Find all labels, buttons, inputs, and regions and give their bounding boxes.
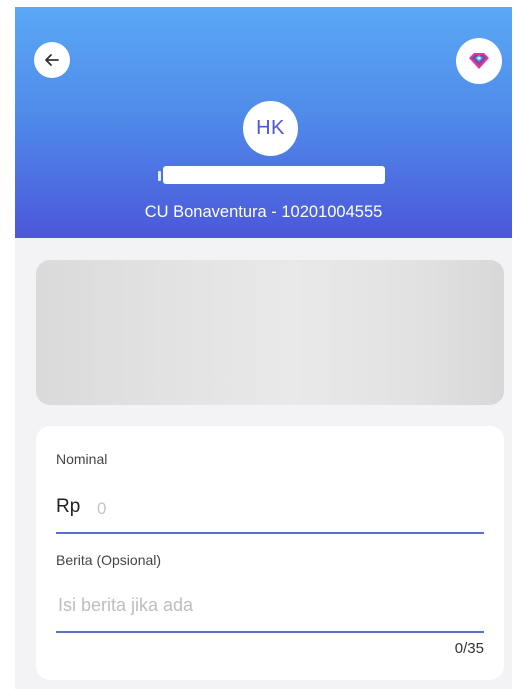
banner-placeholder [36,260,504,405]
back-button[interactable] [34,42,70,78]
premium-button[interactable] [456,38,502,84]
nominal-label: Nominal [56,451,108,467]
message-input[interactable] [56,592,480,618]
transfer-form-card: Nominal Rp Berita (Opsional) 0/35 [36,426,504,680]
nominal-input[interactable] [95,497,469,521]
avatar: HK [243,101,298,156]
message-label: Berita (Opsional) [56,552,162,568]
name-redaction-mark [158,171,161,181]
account-info: CU Bonaventura - 10201004555 [144,203,383,221]
nominal-underline [56,532,484,534]
arrow-left-icon [45,54,59,66]
gem-icon [469,53,489,69]
currency-prefix: Rp [56,496,81,517]
transfer-screen: HK CU Bonaventura - 10201004555 Nominal … [15,7,512,689]
header: HK CU Bonaventura - 10201004555 [15,7,512,238]
message-underline [56,631,484,633]
char-counter: 0/35 [454,640,484,657]
recipient-name-redacted [163,166,385,184]
